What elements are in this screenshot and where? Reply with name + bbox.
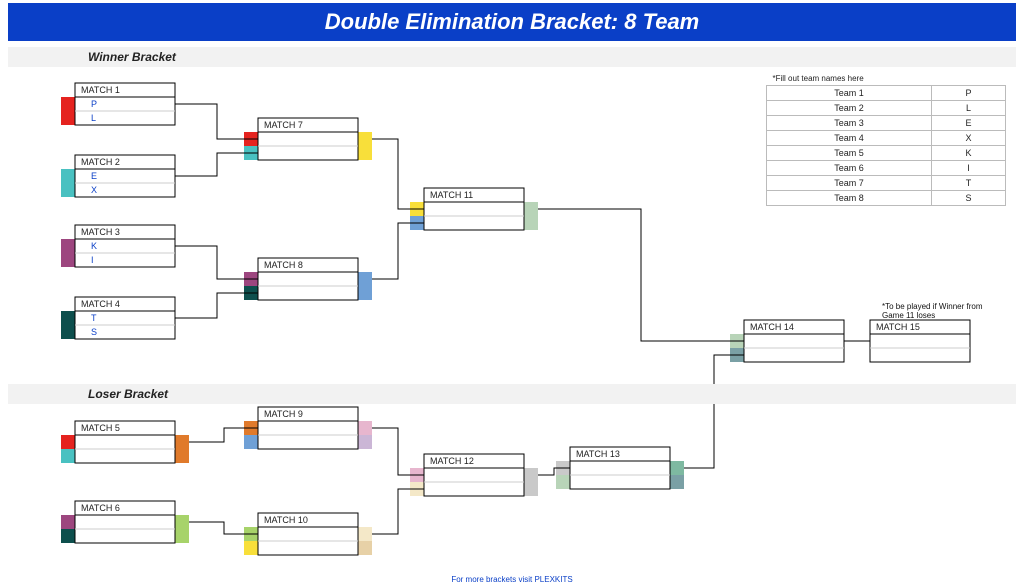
roster-team-name[interactable]: T [932, 176, 1006, 191]
roster-team-label: Team 6 [767, 161, 932, 176]
connector [684, 355, 744, 468]
roster-note: *Fill out team names here [767, 72, 1006, 86]
roster-team-name[interactable]: I [932, 161, 1006, 176]
roster-row: Team 5K [767, 146, 1006, 161]
roster-team-label: Team 1 [767, 86, 932, 101]
roster-row: Team 4X [767, 131, 1006, 146]
match-label: MATCH 11 [430, 190, 473, 200]
match-label: MATCH 9 [264, 409, 303, 419]
roster-team-label: Team 7 [767, 176, 932, 191]
roster-row: Team 8S [767, 191, 1006, 206]
roster-team-name[interactable]: E [932, 116, 1006, 131]
roster-team-label: Team 4 [767, 131, 932, 146]
match-label: MATCH 8 [264, 260, 303, 270]
match-team-a[interactable]: E [91, 171, 97, 181]
match-label: MATCH 1 [81, 85, 120, 95]
match-label: MATCH 3 [81, 227, 120, 237]
match-label: MATCH 13 [576, 449, 620, 459]
roster-row: Team 1P [767, 86, 1006, 101]
connector [538, 209, 744, 341]
match-team-b[interactable]: S [91, 327, 97, 337]
match-label: MATCH 14 [750, 322, 794, 332]
roster-team-name[interactable]: S [932, 191, 1006, 206]
roster-team-label: Team 8 [767, 191, 932, 206]
roster-team-label: Team 2 [767, 101, 932, 116]
connector [372, 428, 424, 475]
roster-row: Team 6I [767, 161, 1006, 176]
connector [372, 139, 424, 209]
match-label: MATCH 4 [81, 299, 120, 309]
roster-team-name[interactable]: K [932, 146, 1006, 161]
match-label: MATCH 10 [264, 515, 308, 525]
roster-row: Team 2L [767, 101, 1006, 116]
match-label: MATCH 5 [81, 423, 120, 433]
roster-row: Team 3E [767, 116, 1006, 131]
roster-team-label: Team 5 [767, 146, 932, 161]
match-team-a[interactable]: P [91, 99, 97, 109]
match-team-b[interactable]: I [91, 255, 94, 265]
match-label: MATCH 2 [81, 157, 120, 167]
roster-team-name[interactable]: P [932, 86, 1006, 101]
connector [372, 223, 424, 279]
match15-caption: *To be played if Winner from Game 11 los… [882, 302, 1006, 320]
footer-link[interactable]: For more brackets visit PLEXKITS [0, 575, 1024, 584]
match-team-b[interactable]: L [91, 113, 96, 123]
match-label: MATCH 7 [264, 120, 303, 130]
teams-table: *Fill out team names here Team 1PTeam 2L… [766, 72, 1006, 206]
roster-team-name[interactable]: X [932, 131, 1006, 146]
roster-row: Team 7T [767, 176, 1006, 191]
match-label: MATCH 15 [876, 322, 920, 332]
match-label: MATCH 6 [81, 503, 120, 513]
match-team-b[interactable]: X [91, 185, 97, 195]
match-label: MATCH 12 [430, 456, 474, 466]
match-team-a[interactable]: K [91, 241, 97, 251]
roster-team-label: Team 3 [767, 116, 932, 131]
match-team-a[interactable]: T [91, 313, 97, 323]
section-loser: Loser Bracket [8, 384, 1016, 404]
roster-team-name[interactable]: L [932, 101, 1006, 116]
